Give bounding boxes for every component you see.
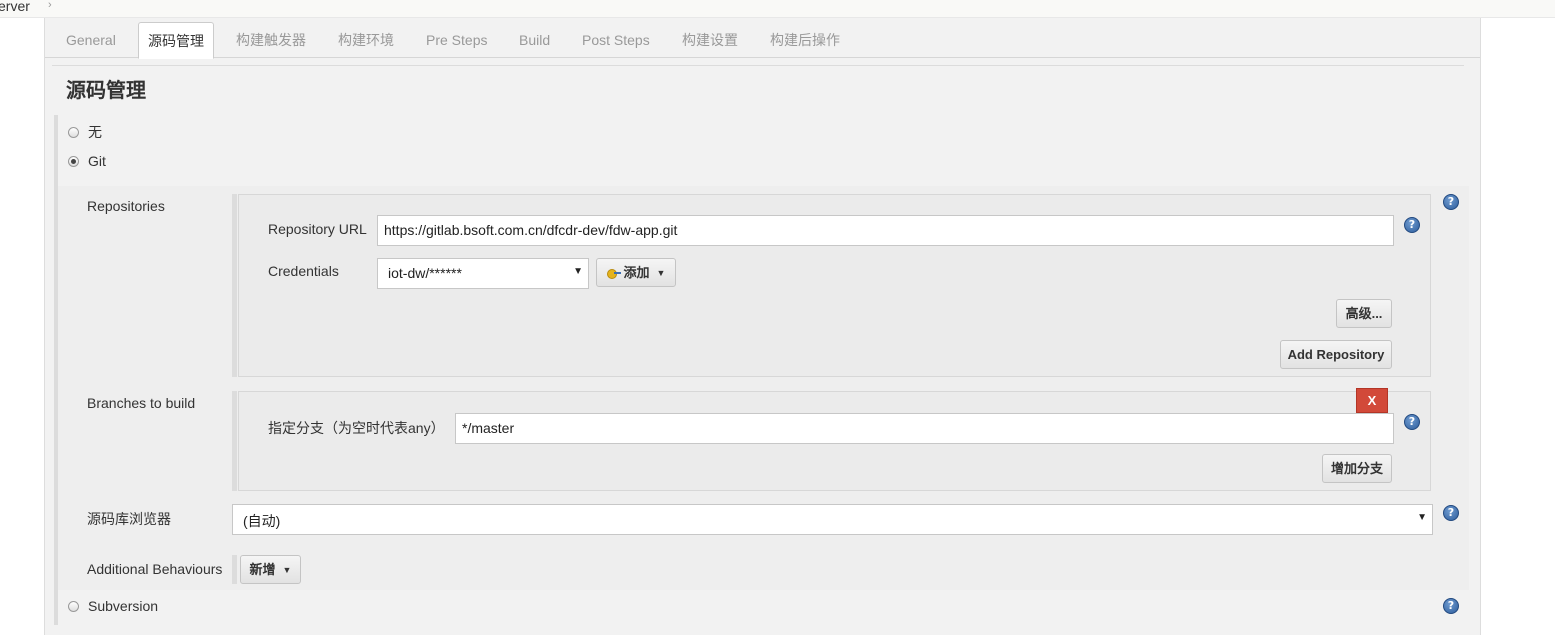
tab-build-triggers[interactable]: 构建触发器 <box>236 22 306 58</box>
delete-branch-button[interactable]: X <box>1356 388 1388 413</box>
repository-url-label: Repository URL <box>268 221 367 237</box>
add-repository-button[interactable]: Add Repository <box>1280 340 1392 369</box>
chevron-down-icon: ▼ <box>1417 512 1427 523</box>
section-divider <box>52 65 1464 66</box>
subversion-help-icon[interactable]: ? <box>1443 598 1459 614</box>
branches-indent-bar <box>232 391 237 491</box>
tab-bar: General 源码管理 构建触发器 构建环境 Pre Steps Build … <box>45 22 1480 59</box>
tab-general[interactable]: General <box>66 22 116 58</box>
tab-build-settings[interactable]: 构建设置 <box>682 22 738 58</box>
scm-option-subversion[interactable]: Subversion <box>68 598 158 614</box>
additional-behaviours-label: Additional Behaviours <box>87 561 223 577</box>
advanced-button[interactable]: 高级... <box>1336 299 1392 328</box>
scm-option-none[interactable]: 无 <box>68 122 102 142</box>
add-branch-button[interactable]: 增加分支 <box>1322 454 1392 483</box>
repository-browser-value: (自动) <box>243 513 281 529</box>
scm-option-subversion-label: Subversion <box>88 598 159 614</box>
radio-git[interactable] <box>68 155 79 167</box>
repositories-help-icon[interactable]: ? <box>1443 194 1459 210</box>
branch-specifier-input[interactable]: */master <box>455 413 1394 444</box>
tab-pre-steps[interactable]: Pre Steps <box>426 22 487 58</box>
credentials-value: iot-dw/****** <box>388 265 462 281</box>
branch-specifier-label: 指定分支（为空时代表any） <box>268 420 445 436</box>
repository-browser-label: 源码库浏览器 <box>87 511 171 527</box>
scm-option-git[interactable]: Git <box>68 153 106 169</box>
behaviours-indent-bar <box>232 555 237 584</box>
add-credentials-label: 添加 <box>623 265 650 280</box>
radio-none[interactable] <box>68 126 79 138</box>
tab-post-steps[interactable]: Post Steps <box>582 22 650 58</box>
caret-down-icon: ▼ <box>282 565 292 575</box>
chevron-down-icon: ▼ <box>573 266 583 277</box>
breadcrumb-item[interactable]: erver <box>0 0 30 14</box>
add-credentials-button[interactable]: 添加 ▼ <box>596 258 676 287</box>
branch-specifier-help-icon[interactable]: ? <box>1404 414 1420 430</box>
tab-build-environment[interactable]: 构建环境 <box>338 22 394 58</box>
add-behaviour-label: 新增 <box>249 562 276 577</box>
section-title: 源码管理 <box>66 80 146 102</box>
repository-browser-help-icon[interactable]: ? <box>1443 505 1459 521</box>
branches-label: Branches to build <box>87 395 196 411</box>
radio-subversion[interactable] <box>68 600 79 612</box>
scm-option-none-label: 无 <box>88 124 102 140</box>
key-icon <box>606 269 621 279</box>
add-behaviour-button[interactable]: 新增 ▼ <box>240 555 301 584</box>
breadcrumb-bar: erver › <box>0 0 1555 18</box>
scm-option-git-label: Git <box>88 153 106 169</box>
credentials-label: Credentials <box>268 263 339 279</box>
repositories-label: Repositories <box>87 198 165 214</box>
tab-build[interactable]: Build <box>519 22 550 58</box>
repository-url-input[interactable]: https://gitlab.bsoft.com.cn/dfcdr-dev/fd… <box>377 215 1394 246</box>
breadcrumb-arrow-icon[interactable]: › <box>48 0 52 11</box>
repository-url-help-icon[interactable]: ? <box>1404 217 1420 233</box>
caret-down-icon: ▼ <box>656 268 666 278</box>
repositories-indent-bar <box>232 194 237 377</box>
tab-post-build-actions[interactable]: 构建后操作 <box>770 22 840 58</box>
repository-browser-select[interactable]: (自动) ▼ <box>232 504 1433 535</box>
tab-scm[interactable]: 源码管理 <box>138 22 214 59</box>
credentials-select[interactable]: iot-dw/****** ▼ <box>377 258 589 289</box>
